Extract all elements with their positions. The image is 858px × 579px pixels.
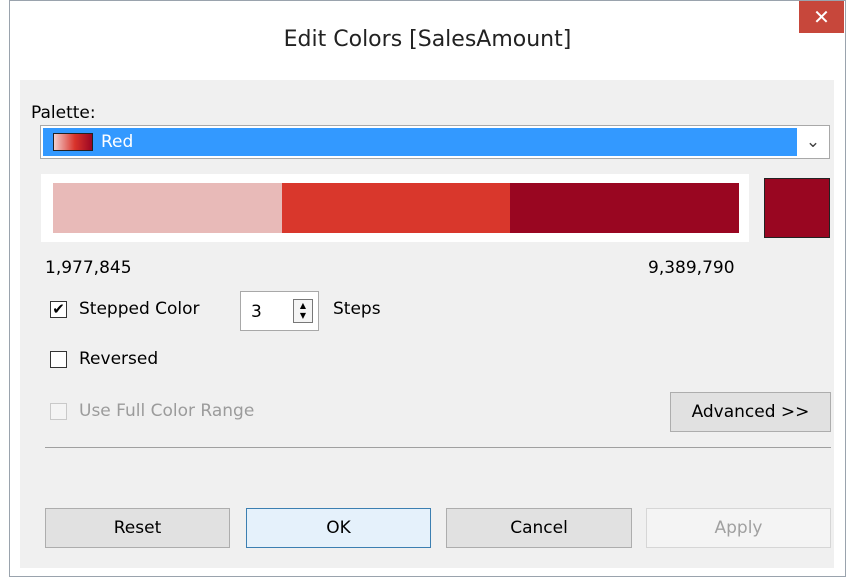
stepper-arrows[interactable]: ▲ ▼: [293, 299, 313, 323]
apply-button[interactable]: Apply: [646, 508, 831, 548]
stepped-color-checkbox[interactable]: ✔: [50, 301, 67, 318]
use-full-color-range-checkbox[interactable]: [50, 403, 67, 420]
arrow-down-icon[interactable]: ▼: [300, 311, 306, 321]
palette-dropdown[interactable]: Red ⌄: [40, 125, 830, 159]
stepped-color-label: Stepped Color: [79, 299, 200, 319]
reversed-checkbox[interactable]: [50, 351, 67, 368]
steps-value: 3: [251, 302, 262, 322]
end-color-swatch[interactable]: [764, 178, 830, 238]
range-max-value: 9,389,790: [648, 258, 735, 278]
color-step-3: [510, 183, 740, 233]
palette-swatch-icon: [53, 133, 93, 151]
checkmark-icon: ✔: [52, 300, 65, 318]
palette-selected-item[interactable]: Red: [43, 128, 797, 156]
palette-label: Palette:: [31, 103, 96, 123]
reset-button[interactable]: Reset: [45, 508, 230, 548]
divider: [45, 447, 831, 448]
close-icon: ✕: [813, 5, 830, 29]
arrow-up-icon[interactable]: ▲: [300, 301, 306, 311]
steps-label: Steps: [333, 299, 381, 319]
ok-button[interactable]: OK: [246, 508, 431, 548]
edit-colors-dialog: Edit Colors [SalesAmount] ✕: [9, 0, 846, 577]
use-full-color-range-label: Use Full Color Range: [79, 401, 255, 421]
palette-selected-label: Red: [101, 132, 134, 152]
dialog-title: Edit Colors [SalesAmount]: [283, 27, 572, 52]
color-step-2: [281, 183, 511, 233]
range-min-value: 1,977,845: [45, 258, 132, 278]
close-button[interactable]: ✕: [799, 1, 844, 33]
cancel-button[interactable]: Cancel: [446, 508, 632, 548]
color-ramp: [41, 174, 749, 242]
color-ramp-steps: [53, 183, 740, 233]
chevron-down-icon[interactable]: ⌄: [801, 130, 825, 154]
reversed-label: Reversed: [79, 349, 159, 369]
color-step-1: [53, 183, 282, 233]
title-bar: Edit Colors [SalesAmount] ✕: [10, 1, 845, 79]
steps-stepper[interactable]: 3 ▲ ▼: [240, 291, 319, 331]
advanced-button[interactable]: Advanced >>: [670, 392, 831, 432]
